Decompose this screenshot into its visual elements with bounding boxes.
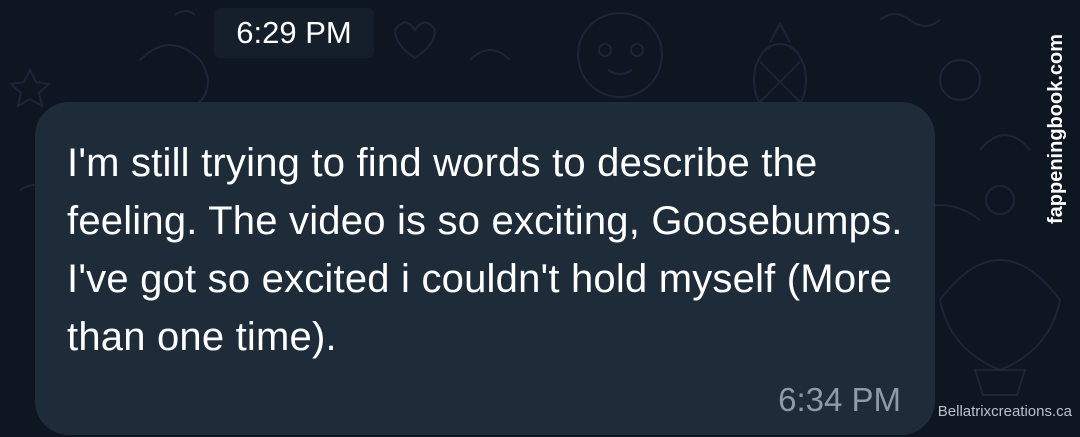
side-watermark: fappeningbook.com [1045, 34, 1067, 224]
bottom-watermark: Bellatrixcreations.ca [937, 403, 1072, 420]
sloth-icon [577, 12, 663, 98]
date-time-header: 6:29 PM [214, 8, 374, 58]
incoming-message-bubble[interactable]: I'm still trying to find words to descri… [35, 102, 935, 435]
message-text: I'm still trying to find words to descri… [67, 141, 903, 359]
message-timestamp: 6:34 PM [778, 381, 901, 418]
star-icon [8, 67, 52, 109]
heart-icon [393, 21, 437, 60]
